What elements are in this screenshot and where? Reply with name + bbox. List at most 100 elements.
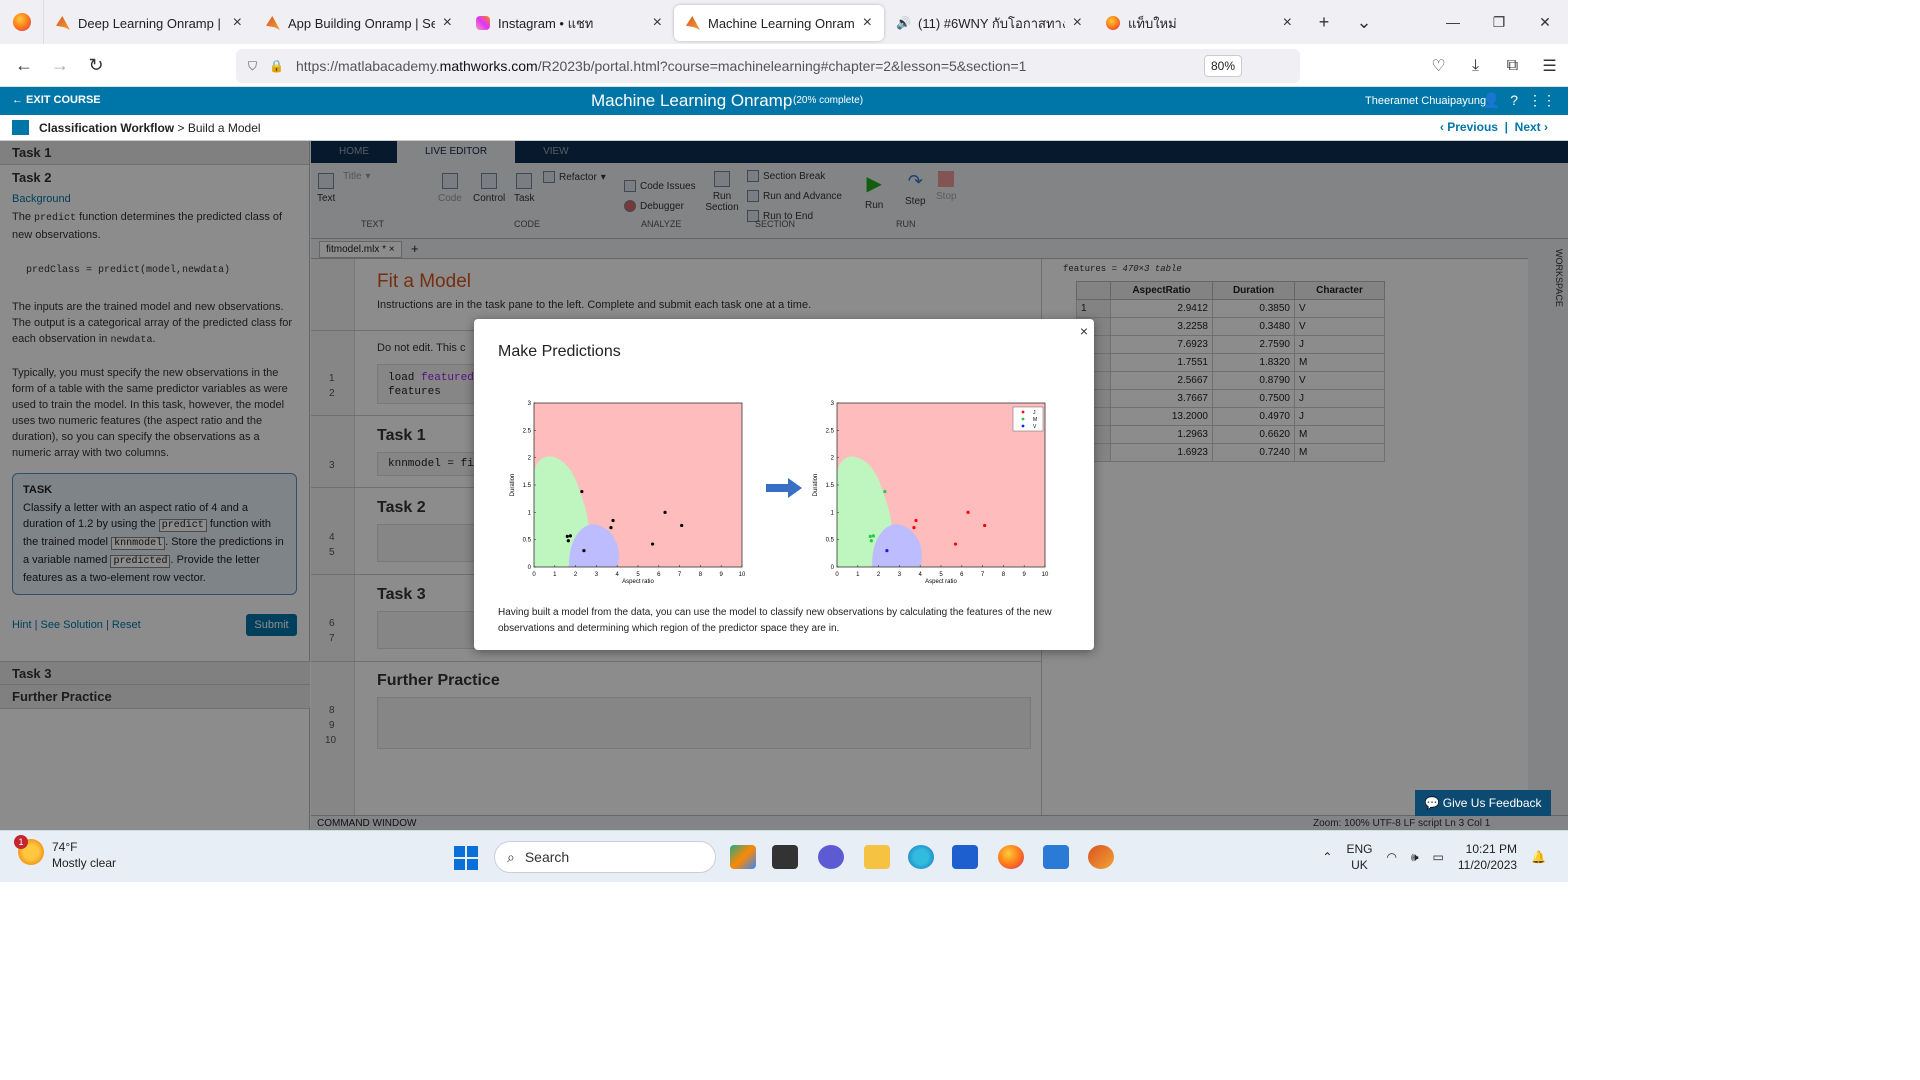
data-point xyxy=(582,549,586,553)
browser-tab-instagram[interactable]: Instagram • แชท × xyxy=(464,5,674,41)
volume-icon[interactable]: 🕪 xyxy=(1411,850,1419,865)
data-point xyxy=(885,549,889,553)
user-name[interactable]: Theeramet Chuaipayung xyxy=(1365,95,1486,107)
reload-icon[interactable]: ↻ xyxy=(78,47,114,83)
clock[interactable]: 10:21 PM 11/20/2023 xyxy=(1458,841,1517,873)
url-bar[interactable]: ⛉ 🔒 https://matlabacademy.mathworks.com/… xyxy=(236,49,1300,83)
data-point xyxy=(650,542,655,546)
x-tick-label: 0 xyxy=(835,572,839,578)
apps-grid-icon[interactable]: ⋮⋮ xyxy=(1528,92,1556,109)
matlab-taskbar-icon[interactable] xyxy=(1088,845,1114,869)
wifi-icon[interactable]: ◠ xyxy=(1386,850,1396,864)
battery-icon[interactable]: ▭ xyxy=(1433,850,1444,864)
x-tick-label: 3 xyxy=(898,572,902,578)
language-indicator[interactable]: ENG UK xyxy=(1346,841,1372,873)
data-point xyxy=(580,489,584,494)
x-tick-label: 1 xyxy=(856,572,860,578)
minimize-icon[interactable]: — xyxy=(1430,0,1476,44)
y-tick-label: 0 xyxy=(528,565,532,571)
x-tick-label: 8 xyxy=(1002,572,1006,578)
copilot-icon[interactable] xyxy=(730,845,756,869)
data-point xyxy=(566,539,570,543)
store-icon[interactable] xyxy=(952,845,978,869)
firefox-taskbar-icon[interactable] xyxy=(998,845,1024,869)
browser-tab-app-building[interactable]: App Building Onramp | Self × xyxy=(254,5,464,41)
restore-icon[interactable]: ❐ xyxy=(1476,0,1522,44)
browser-tools: ♡ ⤓ ⧉ ☰ xyxy=(1420,44,1568,87)
x-tick-label: 0 xyxy=(532,572,536,578)
y-axis-label: Duration xyxy=(813,474,819,497)
extensions-icon[interactable]: ⧉ xyxy=(1494,57,1531,75)
edge-icon[interactable] xyxy=(908,845,934,869)
windows-taskbar: 1 74°F Mostly clear ⌕ Search ⌃ ENG UK ◠ 🕪 ▭… xyxy=(0,830,1568,882)
browser-tab-youtube[interactable]: 🔊(11) #6WNY กับโอกาสทางธุร× xyxy=(884,5,1094,41)
help-icon[interactable]: ? xyxy=(1510,92,1518,109)
data-point xyxy=(565,534,569,538)
exit-course-link[interactable]: ← EXIT COURSE xyxy=(12,94,101,106)
notification-badge: 1 xyxy=(14,835,28,849)
x-tick-label: 9 xyxy=(1023,572,1027,578)
browser-tab-deep-learning[interactable]: Deep Learning Onramp | Se × xyxy=(44,5,254,41)
x-tick-label: 2 xyxy=(574,572,578,578)
next-link[interactable]: Next › xyxy=(1515,120,1548,134)
download-icon[interactable]: ⤓ xyxy=(1457,57,1494,75)
file-explorer-icon[interactable] xyxy=(864,845,890,869)
zoom-level[interactable]: 80% xyxy=(1203,55,1242,77)
x-tick-label: 3 xyxy=(595,572,599,578)
close-icon[interactable]: × xyxy=(863,14,872,32)
chevron-up-icon[interactable]: ⌃ xyxy=(1322,850,1332,864)
notification-icon[interactable]: 🔔 xyxy=(1531,850,1546,864)
lock-icon[interactable]: 🔒 xyxy=(269,59,284,73)
matlab-icon xyxy=(56,16,70,30)
previous-link[interactable]: ‹ Previous xyxy=(1440,120,1498,134)
back-icon[interactable]: ← xyxy=(6,47,42,83)
data-point xyxy=(680,523,684,528)
hamburger-menu-icon[interactable]: ☰ xyxy=(1531,56,1568,76)
matlab-icon xyxy=(266,16,280,30)
speaker-icon[interactable]: 🔊 xyxy=(896,16,911,30)
browser-nav-bar: ← → ↻ ⛉ 🔒 https://matlabacademy.mathwork… xyxy=(0,44,1568,87)
weather-widget[interactable]: 1 74°F Mostly clear xyxy=(14,835,116,871)
teams-icon[interactable] xyxy=(818,845,844,869)
close-icon[interactable]: × xyxy=(1073,14,1082,32)
forward-icon[interactable]: → xyxy=(42,47,78,83)
browser-tab-machine-learning[interactable]: Machine Learning Onramp × xyxy=(674,5,884,41)
pocket-icon[interactable]: ♡ xyxy=(1420,56,1457,76)
data-point xyxy=(912,526,916,530)
course-title: Machine Learning Onramp xyxy=(591,91,793,110)
media-player-icon[interactable] xyxy=(1043,845,1069,869)
firefox-menu-icon[interactable] xyxy=(0,0,44,44)
data-point xyxy=(871,534,875,538)
x-tick-label: 6 xyxy=(960,572,964,578)
legend-marker xyxy=(1021,410,1025,414)
chevron-down-icon[interactable]: ⌄ xyxy=(1344,0,1384,44)
user-icon[interactable]: 👤 xyxy=(1483,92,1500,109)
y-tick-label: 2.5 xyxy=(826,428,835,434)
close-icon[interactable]: × xyxy=(443,14,452,32)
task-view-icon[interactable] xyxy=(772,845,798,869)
data-point xyxy=(914,518,918,523)
x-tick-label: 6 xyxy=(657,572,661,578)
start-icon[interactable] xyxy=(454,846,478,870)
give-feedback-button[interactable]: 💬 Give Us Feedback xyxy=(1415,790,1551,816)
shield-icon[interactable]: ⛉ xyxy=(248,59,257,74)
x-tick-label: 1 xyxy=(553,572,557,578)
menu-icon[interactable] xyxy=(12,120,29,135)
close-icon[interactable]: × xyxy=(233,14,242,32)
y-tick-label: 0.5 xyxy=(826,538,835,544)
x-tick-label: 8 xyxy=(699,572,703,578)
browser-tab-new[interactable]: แท็บใหม่ × xyxy=(1094,5,1304,41)
weather-icon: 1 xyxy=(14,835,44,865)
close-icon[interactable]: × xyxy=(1283,14,1292,32)
taskbar-search[interactable]: ⌕ Search xyxy=(494,841,716,873)
close-icon[interactable]: × xyxy=(653,14,662,32)
data-point xyxy=(983,523,987,528)
url-text[interactable]: https://matlabacademy.mathworks.com/R202… xyxy=(296,58,1027,74)
y-tick-label: 0.5 xyxy=(523,538,532,544)
system-tray: ⌃ ENG UK ◠ 🕪 ▭ 10:21 PM 11/20/2023 🔔 xyxy=(1322,841,1546,873)
new-tab-icon[interactable]: + xyxy=(1304,0,1344,44)
close-window-icon[interactable]: ✕ xyxy=(1522,0,1568,44)
close-icon[interactable]: × xyxy=(1080,323,1088,339)
x-tick-label: 10 xyxy=(739,572,746,578)
y-tick-label: 1.5 xyxy=(826,483,835,489)
